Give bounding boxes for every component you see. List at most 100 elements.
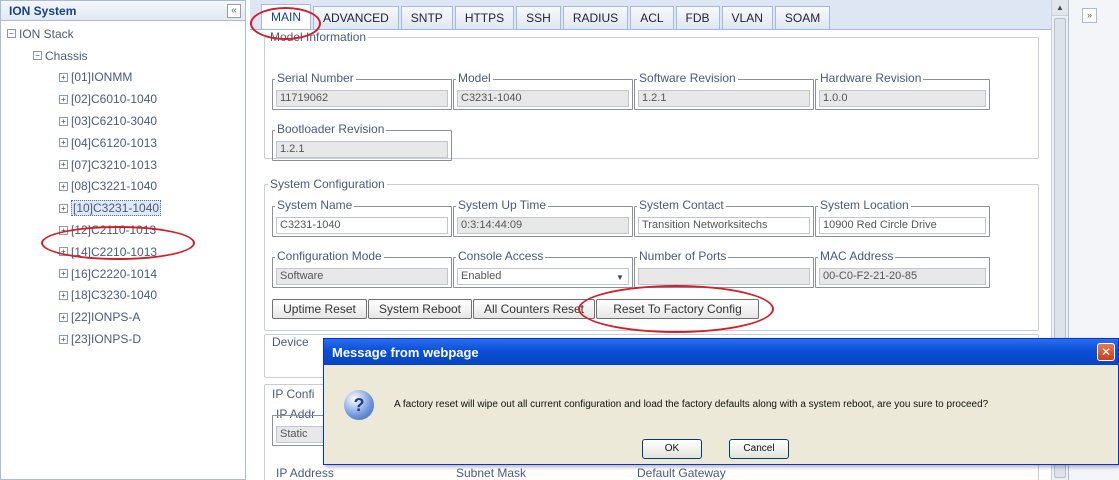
tree-item-slot[interactable]: + [08]C3221-1040 [1,176,245,198]
tree-item-selected[interactable]: + [10]C3231-1040 [1,197,245,219]
expand-icon[interactable]: + [59,203,68,213]
system-name-field: System Name C3231-1040 [272,198,452,237]
tree-item-label: [01]IONMM [71,70,133,85]
configuration-mode-field: Configuration Mode Software [272,249,452,288]
system-contact-field: System Contact Transition Networksitechs [634,198,814,237]
system-location-input[interactable]: 10900 Red Circle Drive [819,217,986,234]
subnet-mask-label: Subnet Mask [456,466,527,480]
model-value: C3231-1040 [457,90,629,107]
tree-item-slot[interactable]: + [04]C6120-1013 [1,132,245,154]
tree-item-chassis[interactable]: − Chassis [1,45,245,67]
tree-item-label: [10]C3231-1040 [71,200,162,217]
mac-address-field: MAC Address 00-C0-F2-21-20-85 [815,249,990,288]
tree-item-label: [07]C3210-1013 [71,157,158,172]
system-up-time-label: System Up Time [456,198,549,212]
system-reboot-button[interactable]: System Reboot [368,299,472,319]
tree-item-label: [18]C3230-1040 [71,288,158,303]
system-name-label: System Name [275,198,355,212]
model-field: Model C3231-1040 [453,71,633,110]
number-of-ports-label: Number of Ports [637,249,729,263]
expand-icon[interactable]: + [59,312,68,322]
expand-icon[interactable]: + [59,290,68,300]
console-access-select[interactable]: Enabled ▼ [457,268,629,285]
tree-item-slot[interactable]: + [22]IONPS-A [1,306,245,328]
expand-icon[interactable]: + [59,116,68,126]
tree-item-label: [14]C2210-1013 [71,244,158,259]
hardware-revision-field: Hardware Revision 1.0.0 [815,71,990,110]
tree-item-slot[interactable]: + [07]C3210-1013 [1,154,245,176]
tab-radius[interactable]: RADIUS [562,6,629,29]
tree-item-label: ION Stack [19,26,74,41]
console-access-value: Enabled [461,270,502,282]
mac-address-value: 00-C0-F2-21-20-85 [819,268,986,285]
mac-address-label: MAC Address [818,249,896,263]
system-configuration-legend: System Configuration [270,177,385,191]
tree-item-slot[interactable]: + [03]C6210-3040 [1,110,245,132]
tree-item-slot[interactable]: + [23]IONPS-D [1,328,245,350]
tree-item-slot[interactable]: + [18]C3230-1040 [1,285,245,307]
scroll-up-icon[interactable]: ▲ [1052,0,1068,16]
collapse-icon[interactable]: − [7,29,16,39]
tab-main[interactable]: MAIN [261,4,311,29]
ip-addr-mode-value: Static [276,426,329,443]
tab-advanced[interactable]: ADVANCED [313,6,399,29]
expand-icon[interactable]: + [59,334,68,344]
tree-item-label: [16]C2220-1014 [71,266,158,281]
configuration-mode-label: Configuration Mode [275,249,384,263]
tree-item-slot[interactable]: + [14]C2210-1013 [1,241,245,263]
dialog-message: A factory reset will wipe out all curren… [394,399,989,410]
tree-item-ion-stack[interactable]: − ION Stack [1,23,245,45]
system-location-field: System Location 10900 Red Circle Drive [815,198,990,237]
system-up-time-field: System Up Time 0:3:14:44:09 [453,198,633,237]
tab-sntp[interactable]: SNTP [400,6,453,29]
expand-icon[interactable]: + [59,94,68,104]
tree-title: ION System [9,3,77,18]
software-revision-label: Software Revision [637,71,738,85]
expand-icon[interactable]: + [59,72,68,82]
serial-number-label: Serial Number [275,71,356,85]
question-icon: ? [344,390,374,420]
number-of-ports-value [638,268,810,285]
tree-item-slot[interactable]: + [12]C2110-1013 [1,219,245,241]
system-name-input[interactable]: C3231-1040 [276,217,448,234]
expand-icon[interactable]: + [59,181,68,191]
tab-vlan[interactable]: VLAN [721,6,773,29]
ok-button[interactable]: OK [642,439,702,459]
expand-icon[interactable]: + [59,160,68,170]
expand-icon[interactable]: + [59,247,68,257]
expand-icon[interactable]: + [59,225,68,235]
tab-soam[interactable]: SOAM [774,6,831,29]
close-icon[interactable]: ✕ [1097,343,1115,361]
bootloader-revision-label: Bootloader Revision [275,122,387,136]
cancel-button[interactable]: Cancel [729,439,789,459]
double-chevron-left-icon[interactable]: « [227,3,241,18]
ip-configuration-legend: IP Confi [272,387,315,401]
serial-number-value: 11719062 [276,90,448,107]
tab-ssh[interactable]: SSH [516,6,561,29]
hardware-revision-value: 1.0.0 [819,90,986,107]
tree-item-slot[interactable]: + [01]IONMM [1,67,245,89]
tree-item-slot[interactable]: + [02]C6010-1040 [1,88,245,110]
ip-address-label: IP Address [276,466,334,480]
number-of-ports-field: Number of Ports [634,249,814,288]
reset-factory-config-button[interactable]: Reset To Factory Config [596,299,759,319]
tab-acl[interactable]: ACL [630,6,674,29]
tree-item-label: [12]C2110-1013 [71,223,157,238]
tree-item-label: [23]IONPS-D [71,332,142,347]
tab-fdb[interactable]: FDB [675,6,720,29]
tree-panel: ION System « − ION Stack − Chassis + [01… [0,0,246,480]
tree-item-slot[interactable]: + [16]C2220-1014 [1,263,245,285]
expand-panel-icon[interactable]: » [1082,8,1097,23]
uptime-reset-button[interactable]: Uptime Reset [272,299,367,319]
console-access-label: Console Access [456,249,546,263]
collapse-icon[interactable]: − [33,51,42,61]
all-counters-reset-button[interactable]: All Counters Reset [473,299,595,319]
expand-icon[interactable]: + [59,269,68,279]
bootloader-revision-field: Bootloader Revision 1.2.1 [272,122,452,161]
expand-icon[interactable]: + [59,138,68,148]
default-gateway-label: Default Gateway [637,466,726,480]
system-contact-input[interactable]: Transition Networksitechs [638,217,810,234]
tree-item-label: [04]C6120-1013 [71,135,158,150]
tab-https[interactable]: HTTPS [454,6,515,29]
chevron-down-icon[interactable]: ▼ [614,272,626,283]
